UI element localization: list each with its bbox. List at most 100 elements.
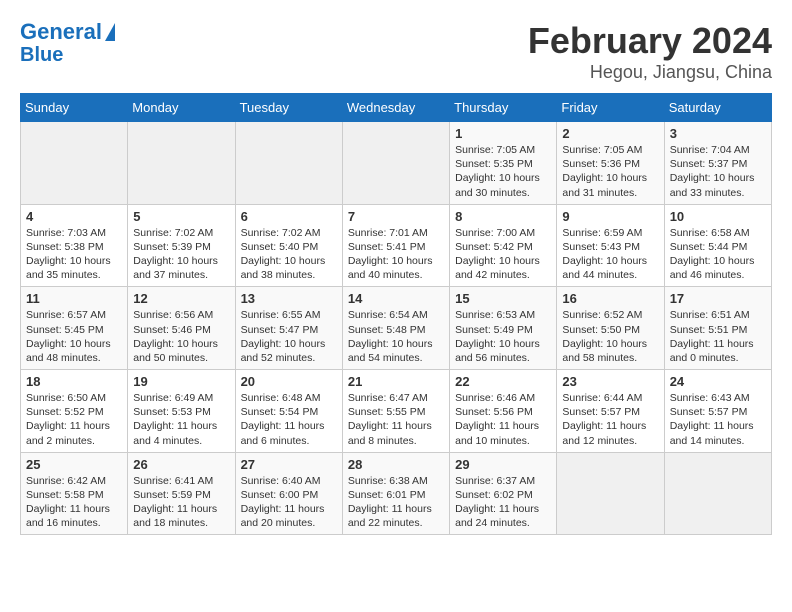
calendar-day-cell: 18 Sunrise: 6:50 AM Sunset: 5:52 PM Dayli… [21, 370, 128, 453]
day-number: 2 [562, 126, 658, 141]
day-info: Sunrise: 6:53 AM Sunset: 5:49 PM Dayligh… [455, 308, 551, 365]
page-header: General Blue February 2024 Hegou, Jiangs… [20, 20, 772, 83]
day-info: Sunrise: 6:54 AM Sunset: 5:48 PM Dayligh… [348, 308, 444, 365]
calendar-week-row: 11Sunrise: 6:57 AM Sunset: 5:45 PM Dayli… [21, 287, 772, 370]
day-info: Sunrise: 6:49 AM Sunset: 5:53 PM Dayligh… [133, 391, 229, 448]
calendar-day-cell: 25 Sunrise: 6:42 AM Sunset: 5:58 PM Dayli… [21, 452, 128, 535]
calendar-day-cell: 26 Sunrise: 6:41 AM Sunset: 5:59 PM Dayli… [128, 452, 235, 535]
calendar-header-row: SundayMondayTuesdayWednesdayThursdayFrid… [21, 94, 772, 122]
calendar-day-cell [21, 122, 128, 205]
calendar-day-cell: 5Sunrise: 7:02 AM Sunset: 5:39 PM Daylig… [128, 204, 235, 287]
calendar-day-header: Saturday [664, 94, 771, 122]
day-info: Sunrise: 6:50 AM Sunset: 5:52 PM Dayligh… [26, 391, 122, 448]
day-info: Sunrise: 6:44 AM Sunset: 5:57 PM Dayligh… [562, 391, 658, 448]
calendar-day-header: Sunday [21, 94, 128, 122]
day-info: Sunrise: 7:02 AM Sunset: 5:39 PM Dayligh… [133, 226, 229, 283]
calendar-week-row: 25 Sunrise: 6:42 AM Sunset: 5:58 PM Dayli… [21, 452, 772, 535]
day-info: Sunrise: 7:01 AM Sunset: 5:41 PM Dayligh… [348, 226, 444, 283]
day-number: 13 [241, 291, 337, 306]
day-info: Sunrise: 6:47 AM Sunset: 5:55 PM Dayligh… [348, 391, 444, 448]
calendar-day-cell: 6 Sunrise: 7:02 AM Sunset: 5:40 PM Daylig… [235, 204, 342, 287]
day-number: 28 [348, 457, 444, 472]
page-title: February 2024 [528, 20, 772, 62]
calendar-day-cell [128, 122, 235, 205]
day-info: Sunrise: 6:55 AM Sunset: 5:47 PM Dayligh… [241, 308, 337, 365]
day-number: 6 [241, 209, 337, 224]
calendar-day-header: Thursday [450, 94, 557, 122]
day-info: Sunrise: 6:48 AM Sunset: 5:54 PM Dayligh… [241, 391, 337, 448]
day-info: Sunrise: 7:05 AM Sunset: 5:35 PM Dayligh… [455, 143, 551, 200]
calendar-day-cell: 29Sunrise: 6:37 AM Sunset: 6:02 PM Dayli… [450, 452, 557, 535]
calendar-day-cell: 21 Sunrise: 6:47 AM Sunset: 5:55 PM Dayli… [342, 370, 449, 453]
calendar-day-cell [342, 122, 449, 205]
day-info: Sunrise: 6:38 AM Sunset: 6:01 PM Dayligh… [348, 474, 444, 531]
calendar-body: 1Sunrise: 7:05 AM Sunset: 5:35 PM Daylig… [21, 122, 772, 535]
day-number: 9 [562, 209, 658, 224]
title-block: February 2024 Hegou, Jiangsu, China [528, 20, 772, 83]
day-number: 21 [348, 374, 444, 389]
day-info: Sunrise: 6:57 AM Sunset: 5:45 PM Dayligh… [26, 308, 122, 365]
day-number: 10 [670, 209, 766, 224]
calendar-day-cell: 8 Sunrise: 7:00 AM Sunset: 5:42 PM Daylig… [450, 204, 557, 287]
day-number: 4 [26, 209, 122, 224]
day-info: Sunrise: 6:59 AM Sunset: 5:43 PM Dayligh… [562, 226, 658, 283]
day-info: Sunrise: 6:40 AM Sunset: 6:00 PM Dayligh… [241, 474, 337, 531]
day-info: Sunrise: 7:00 AM Sunset: 5:42 PM Dayligh… [455, 226, 551, 283]
calendar-day-cell: 4 Sunrise: 7:03 AM Sunset: 5:38 PM Daylig… [21, 204, 128, 287]
day-number: 23 [562, 374, 658, 389]
calendar-day-cell: 19 Sunrise: 6:49 AM Sunset: 5:53 PM Dayli… [128, 370, 235, 453]
day-info: Sunrise: 7:05 AM Sunset: 5:36 PM Dayligh… [562, 143, 658, 200]
calendar-day-cell: 17Sunrise: 6:51 AM Sunset: 5:51 PM Dayli… [664, 287, 771, 370]
day-number: 25 [26, 457, 122, 472]
day-info: Sunrise: 7:04 AM Sunset: 5:37 PM Dayligh… [670, 143, 766, 200]
day-number: 24 [670, 374, 766, 389]
calendar-day-cell: 2 Sunrise: 7:05 AM Sunset: 5:36 PM Daylig… [557, 122, 664, 205]
day-number: 7 [348, 209, 444, 224]
calendar-day-cell: 24 Sunrise: 6:43 AM Sunset: 5:57 PM Dayli… [664, 370, 771, 453]
day-info: Sunrise: 6:52 AM Sunset: 5:50 PM Dayligh… [562, 308, 658, 365]
day-number: 26 [133, 457, 229, 472]
day-number: 12 [133, 291, 229, 306]
day-info: Sunrise: 6:58 AM Sunset: 5:44 PM Dayligh… [670, 226, 766, 283]
calendar-day-cell: 20 Sunrise: 6:48 AM Sunset: 5:54 PM Dayli… [235, 370, 342, 453]
calendar-day-header: Tuesday [235, 94, 342, 122]
calendar-day-header: Monday [128, 94, 235, 122]
calendar-day-cell: 12 Sunrise: 6:56 AM Sunset: 5:46 PM Dayli… [128, 287, 235, 370]
calendar-day-cell: 11Sunrise: 6:57 AM Sunset: 5:45 PM Dayli… [21, 287, 128, 370]
day-number: 18 [26, 374, 122, 389]
calendar-day-cell: 1Sunrise: 7:05 AM Sunset: 5:35 PM Daylig… [450, 122, 557, 205]
logo-icon [105, 23, 115, 41]
day-number: 22 [455, 374, 551, 389]
day-number: 14 [348, 291, 444, 306]
calendar-day-cell: 10 Sunrise: 6:58 AM Sunset: 5:44 PM Dayli… [664, 204, 771, 287]
calendar-day-cell: 9 Sunrise: 6:59 AM Sunset: 5:43 PM Daylig… [557, 204, 664, 287]
day-info: Sunrise: 7:02 AM Sunset: 5:40 PM Dayligh… [241, 226, 337, 283]
day-number: 27 [241, 457, 337, 472]
calendar-table: SundayMondayTuesdayWednesdayThursdayFrid… [20, 93, 772, 535]
day-number: 8 [455, 209, 551, 224]
day-info: Sunrise: 7:03 AM Sunset: 5:38 PM Dayligh… [26, 226, 122, 283]
day-number: 15 [455, 291, 551, 306]
day-info: Sunrise: 6:56 AM Sunset: 5:46 PM Dayligh… [133, 308, 229, 365]
calendar-day-cell [664, 452, 771, 535]
day-number: 3 [670, 126, 766, 141]
logo-text-general: General [20, 20, 102, 44]
calendar-day-cell: 16 Sunrise: 6:52 AM Sunset: 5:50 PM Dayli… [557, 287, 664, 370]
day-info: Sunrise: 6:37 AM Sunset: 6:02 PM Dayligh… [455, 474, 551, 531]
calendar-day-cell: 13 Sunrise: 6:55 AM Sunset: 5:47 PM Dayli… [235, 287, 342, 370]
calendar-week-row: 4 Sunrise: 7:03 AM Sunset: 5:38 PM Daylig… [21, 204, 772, 287]
calendar-day-cell [235, 122, 342, 205]
day-number: 19 [133, 374, 229, 389]
calendar-day-cell: 3 Sunrise: 7:04 AM Sunset: 5:37 PM Daylig… [664, 122, 771, 205]
day-info: Sunrise: 6:46 AM Sunset: 5:56 PM Dayligh… [455, 391, 551, 448]
calendar-week-row: 1Sunrise: 7:05 AM Sunset: 5:35 PM Daylig… [21, 122, 772, 205]
calendar-week-row: 18 Sunrise: 6:50 AM Sunset: 5:52 PM Dayli… [21, 370, 772, 453]
day-info: Sunrise: 6:41 AM Sunset: 5:59 PM Dayligh… [133, 474, 229, 531]
day-number: 20 [241, 374, 337, 389]
calendar-day-cell: 22 Sunrise: 6:46 AM Sunset: 5:56 PM Dayli… [450, 370, 557, 453]
page-subtitle: Hegou, Jiangsu, China [528, 62, 772, 83]
day-info: Sunrise: 6:43 AM Sunset: 5:57 PM Dayligh… [670, 391, 766, 448]
day-number: 16 [562, 291, 658, 306]
day-info: Sunrise: 6:42 AM Sunset: 5:58 PM Dayligh… [26, 474, 122, 531]
calendar-day-header: Wednesday [342, 94, 449, 122]
